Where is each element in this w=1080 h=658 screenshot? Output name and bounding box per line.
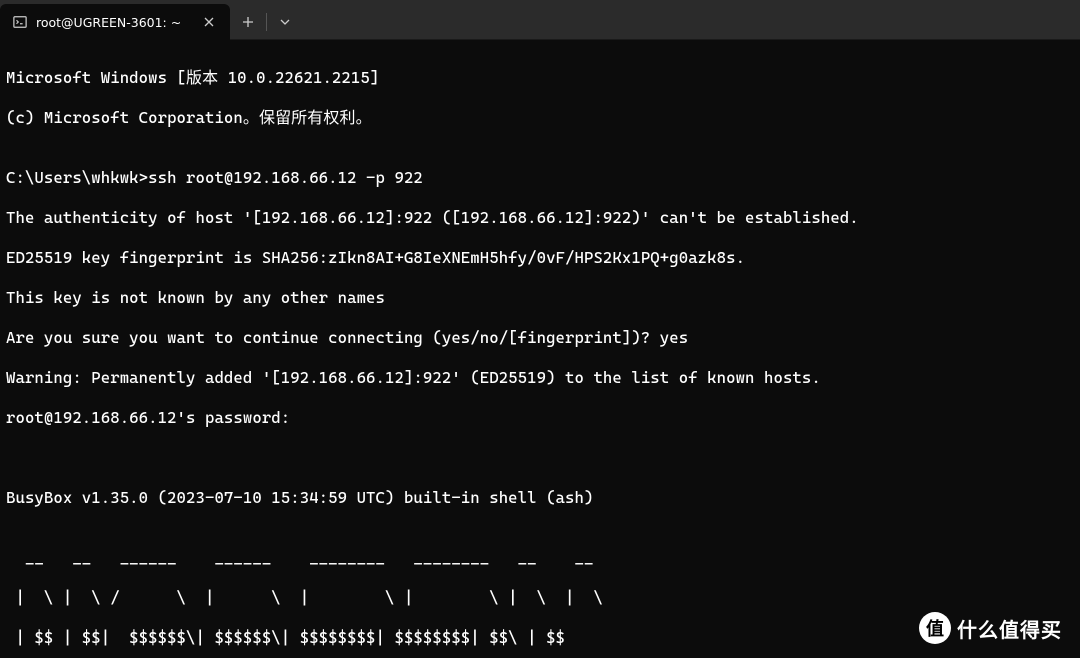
terminal-viewport[interactable]: Microsoft Windows [版本 10.0.22621.2215] (… [0, 40, 1080, 658]
watermark-text: 什么值得买 [957, 614, 1062, 643]
tab-dropdown-button[interactable] [267, 4, 303, 40]
terminal-line: ED25519 key fingerprint is SHA256:zIkn8A… [6, 248, 1074, 268]
terminal-line: (c) Microsoft Corporation。保留所有权利。 [6, 108, 1074, 128]
titlebar: root@UGREEN-3601: ~ [0, 0, 1080, 40]
active-tab[interactable]: root@UGREEN-3601: ~ [0, 4, 230, 40]
terminal-line: Warning: Permanently added '[192.168.66.… [6, 368, 1074, 388]
close-icon [204, 17, 214, 27]
terminal-line: BusyBox v1.35.0 (2023-07-10 15:34:59 UTC… [6, 488, 1074, 508]
watermark: 值 什么值得买 [919, 612, 1062, 644]
terminal-line: Are you sure you want to continue connec… [6, 328, 1074, 348]
new-tab-button[interactable] [230, 4, 266, 40]
terminal-icon [12, 14, 28, 30]
terminal-line: The authenticity of host '[192.168.66.12… [6, 208, 1074, 228]
terminal-line: Microsoft Windows [版本 10.0.22621.2215] [6, 68, 1074, 88]
ascii-art-line: __ __ ______ ______ ________ ________ __… [6, 548, 1074, 568]
watermark-badge: 值 [919, 612, 951, 644]
terminal-line: This key is not known by any other names [6, 288, 1074, 308]
terminal-line: root@192.168.66.12's password: [6, 408, 1074, 428]
tab-title: root@UGREEN-3601: ~ [36, 15, 181, 30]
chevron-down-icon [280, 17, 290, 27]
plus-icon [242, 16, 254, 28]
close-tab-button[interactable] [200, 13, 218, 31]
ascii-art-line: | $$ | $$| $$$$$$\| $$$$$$\| $$$$$$$$| $… [6, 628, 1074, 648]
ascii-art-line: | \ | \ / \ | \ | \ | \ | \ | \ [6, 588, 1074, 608]
terminal-line: C:\Users\whkwk>ssh root@192.168.66.12 -p… [6, 168, 1074, 188]
